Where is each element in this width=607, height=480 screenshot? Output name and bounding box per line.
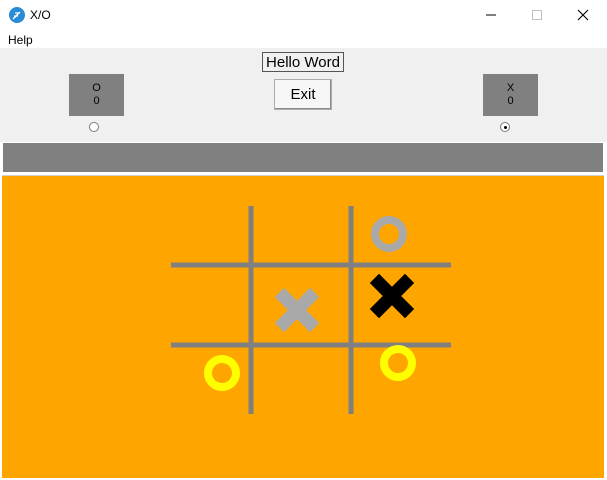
board-pieces [204, 216, 416, 391]
exit-button[interactable]: Exit [274, 79, 332, 110]
piece-o-bottom-right [380, 345, 416, 381]
piece-o-top-right [371, 216, 407, 252]
player-x-score: 0 [507, 95, 514, 107]
player-x-radio[interactable] [500, 122, 510, 132]
game-board[interactable] [2, 176, 604, 478]
hello-label: Hello Word [262, 52, 344, 72]
window-title: X/O [30, 8, 51, 22]
menu-help[interactable]: Help [8, 33, 33, 47]
player-o-symbol: O [92, 82, 101, 94]
menu-bar: Help [0, 30, 607, 48]
maximize-button[interactable] [514, 0, 560, 30]
minimize-button[interactable] [468, 0, 514, 30]
minimize-icon [486, 14, 496, 16]
maximize-icon [532, 10, 542, 20]
piece-o-bottom-left [204, 355, 240, 391]
title-bar: X/O [0, 0, 607, 30]
player-o-score: 0 [93, 95, 100, 107]
game-board-area[interactable] [2, 175, 604, 478]
piece-x-center [274, 287, 320, 333]
control-panel: O 0 Hello Word Exit X 0 [0, 48, 607, 142]
piece-x-middle-right [369, 273, 415, 319]
feather-icon [9, 7, 25, 23]
player-x-symbol: X [506, 82, 515, 94]
close-icon [577, 9, 589, 21]
close-button[interactable] [560, 0, 606, 30]
player-o-score-box: O 0 [69, 74, 124, 116]
player-o-radio[interactable] [89, 122, 99, 132]
status-bar [3, 143, 603, 172]
player-x-score-box: X 0 [483, 74, 538, 116]
